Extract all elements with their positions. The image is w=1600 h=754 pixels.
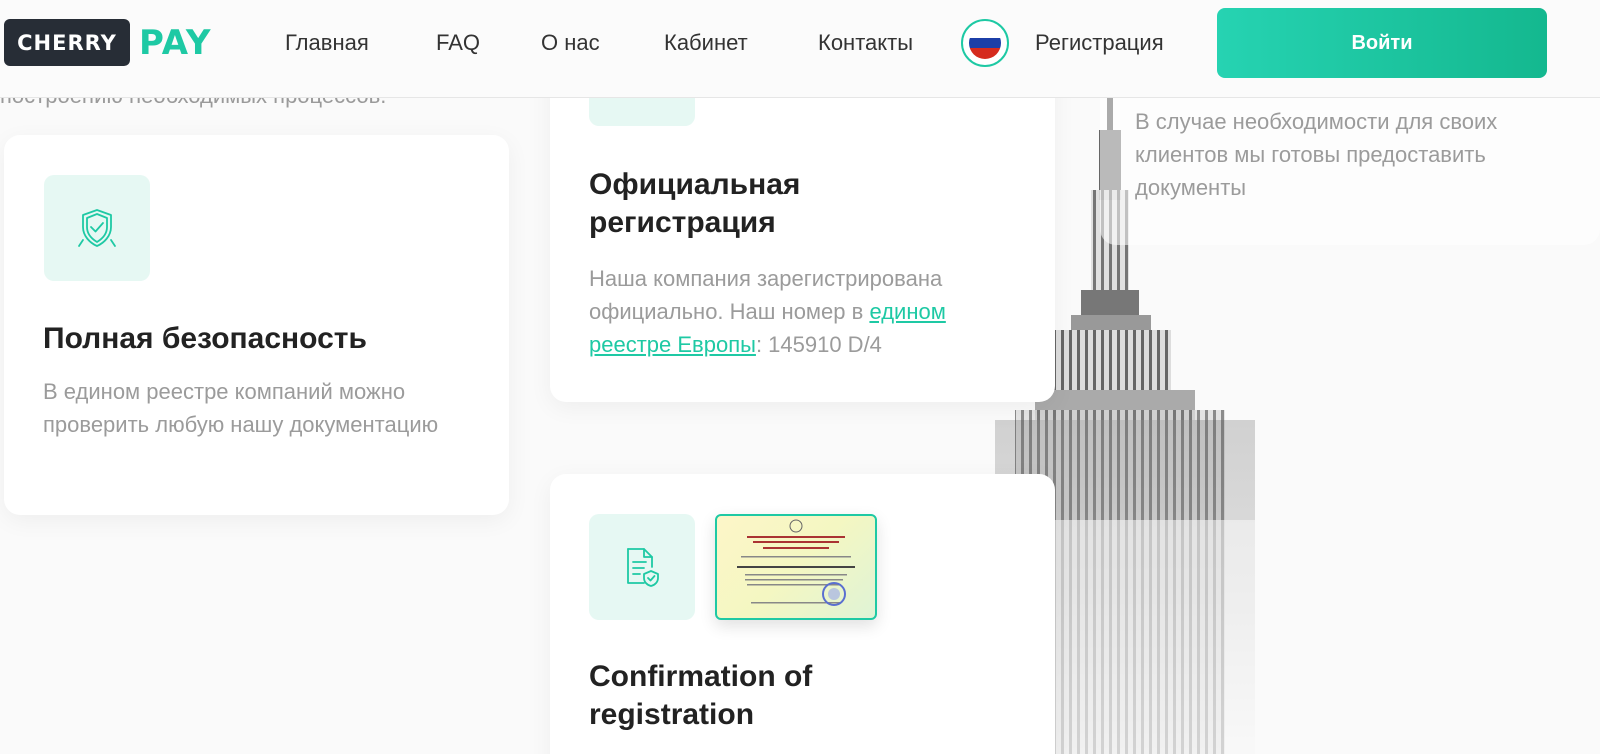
card-official-text: Наша компания зарегистрирована официальн…: [589, 262, 1019, 361]
card-documents: В случае необходимости для своих клиенто…: [1100, 90, 1600, 245]
card-confirmation: Confirmation of registration: [550, 474, 1055, 754]
site-header: CHERRY PAY Главная FAQ О нас Кабинет Кон…: [0, 0, 1600, 98]
card-official-registration: Официальная регистрация Наша компания за…: [550, 70, 1055, 402]
nav-cabinet-label[interactable]: Кабинет: [664, 30, 748, 56]
card-security-title: Полная безопасность: [43, 322, 367, 355]
card-documents-text: В случае необходимости для своих клиенто…: [1135, 109, 1498, 200]
card-security-text: В едином реестре компаний можно проверит…: [43, 379, 439, 437]
nav-register-label[interactable]: Регистрация: [1035, 30, 1164, 56]
nav-contacts[interactable]: Контакты: [818, 0, 913, 86]
nav-faq-label[interactable]: FAQ: [436, 30, 480, 56]
nav-home-label[interactable]: Главная: [285, 30, 369, 56]
russian-flag-icon[interactable]: [961, 19, 1009, 67]
confirmation-icon-box: [589, 514, 695, 620]
card-official-title: Официальная регистрация: [589, 168, 801, 239]
card-official-text-after: : 145910 D/4: [755, 332, 882, 357]
shield-check-icon: [78, 209, 116, 247]
logo-cherry-text: CHERRY: [4, 19, 130, 66]
nav-about-label[interactable]: О нас: [541, 30, 600, 56]
login-button[interactable]: Войти: [1217, 8, 1547, 78]
logo-pay-text: PAY: [139, 22, 212, 63]
document-shield-icon: [627, 548, 659, 587]
nav-faq[interactable]: FAQ: [436, 0, 480, 86]
nav-about[interactable]: О нас: [541, 0, 600, 86]
card-confirmation-title: Confirmation of registration: [589, 660, 813, 731]
nav-cabinet[interactable]: Кабинет: [664, 0, 748, 86]
nav-contacts-label[interactable]: Контакты: [818, 30, 913, 56]
nav-home[interactable]: Главная: [285, 0, 369, 86]
card-security: Полная безопасность В едином реестре ком…: [4, 135, 509, 515]
cherrypay-logo[interactable]: CHERRY PAY: [4, 19, 211, 66]
nav-register[interactable]: Регистрация: [1035, 0, 1164, 86]
certificate-of-incorporation-image[interactable]: [715, 514, 877, 620]
security-icon-box: [44, 175, 150, 281]
